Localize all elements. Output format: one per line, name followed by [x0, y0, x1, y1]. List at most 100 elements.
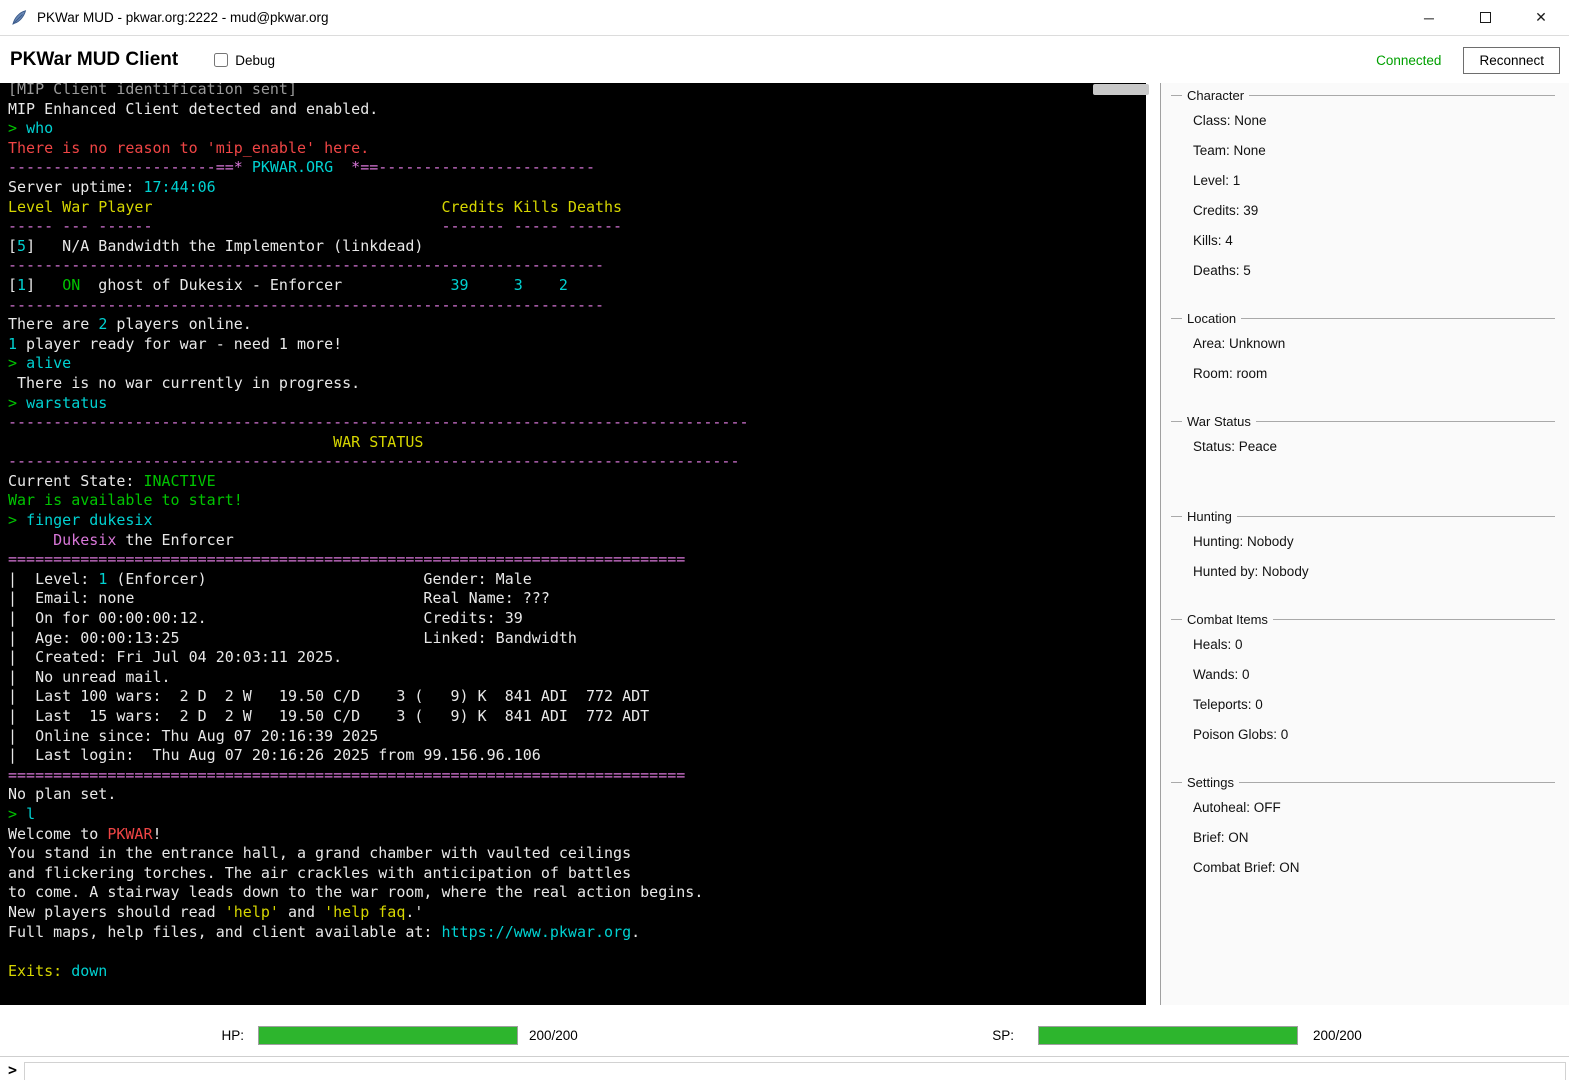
- main-area: [MIP Client identification sent]MIP Enha…: [0, 83, 1569, 1005]
- titlebar: PKWar MUD - pkwar.org:2222 - mud@pkwar.o…: [0, 0, 1569, 36]
- terminal-line: ----- --- ------ ------- ----- ------: [8, 217, 1146, 237]
- sp-progressbar: [1038, 1026, 1298, 1045]
- connection-status: Connected: [1376, 53, 1441, 68]
- stat-item: Combat Brief: ON: [1171, 853, 1555, 883]
- stat-item: Kills: 4: [1171, 226, 1555, 256]
- sidebar: Character Class: NoneTeam: NoneLevel: 1Cr…: [1161, 83, 1569, 1005]
- terminal-line: | On for 00:00:00:12. Credits: 39: [8, 609, 1146, 629]
- stat-item: Deaths: 5: [1171, 256, 1555, 286]
- terminal-line: to come. A stairway leads down to the wa…: [8, 883, 1146, 903]
- command-input[interactable]: [24, 1062, 1566, 1080]
- terminal-output[interactable]: [MIP Client identification sent]MIP Enha…: [0, 83, 1146, 1005]
- terminal-line: There are 2 players online.: [8, 315, 1146, 335]
- window-controls: ─ ✕: [1401, 0, 1569, 35]
- panel-title-combat-items: Combat Items: [1182, 612, 1273, 627]
- stat-item: Level: 1: [1171, 166, 1555, 196]
- terminal-line: > l: [8, 805, 1146, 825]
- bottom-status-bar: HP: 200/200 SP: 200/200 >: [0, 1005, 1569, 1080]
- stat-item: Status: Peace: [1171, 432, 1555, 462]
- debug-label: Debug: [235, 53, 275, 68]
- window-title: PKWar MUD - pkwar.org:2222 - mud@pkwar.o…: [37, 10, 329, 25]
- terminal-line: Current State: INACTIVE: [8, 472, 1146, 492]
- terminal-line: You stand in the entrance hall, a grand …: [8, 844, 1146, 864]
- terminal-line: [8, 942, 1146, 962]
- terminal-line: | Last 15 wars: 2 D 2 W 19.50 C/D 3 ( 9)…: [8, 707, 1146, 727]
- terminal-line: Dukesix the Enforcer: [8, 531, 1146, 551]
- terminal-line: | No unread mail.: [8, 668, 1146, 688]
- feather-app-icon: [10, 9, 28, 27]
- terminal-line: | Online since: Thu Aug 07 20:16:39 2025: [8, 727, 1146, 747]
- stat-item: Hunted by: Nobody: [1171, 557, 1555, 587]
- terminal-line: MIP Enhanced Client detected and enabled…: [8, 100, 1146, 120]
- terminal-line: | Last 100 wars: 2 D 2 W 19.50 C/D 3 ( 9…: [8, 687, 1146, 707]
- stat-item: Hunting: Nobody: [1171, 527, 1555, 557]
- terminal-line: ----------------------------------------…: [8, 452, 1146, 472]
- maximize-icon: [1480, 12, 1491, 23]
- panel-title-character: Character: [1182, 88, 1249, 103]
- terminal-line: There is no reason to 'mip_enable' here.: [8, 139, 1146, 159]
- terminal-line: | Last login: Thu Aug 07 20:16:26 2025 f…: [8, 746, 1146, 766]
- terminal-line: and flickering torches. The air crackles…: [8, 864, 1146, 884]
- stat-item: Heals: 0: [1171, 630, 1555, 660]
- stat-item: Poison Globs: 0: [1171, 720, 1555, 750]
- command-input-row: >: [0, 1056, 1569, 1080]
- terminal-line: No plan set.: [8, 785, 1146, 805]
- sp-progressbar-fill: [1039, 1027, 1297, 1044]
- terminal-line: > finger dukesix: [8, 511, 1146, 531]
- minimize-button[interactable]: ─: [1401, 0, 1457, 35]
- terminal-line: | Email: none Real Name: ???: [8, 589, 1146, 609]
- terminal-line: There is no war currently in progress.: [8, 374, 1146, 394]
- maximize-button[interactable]: [1457, 0, 1513, 35]
- terminal-line: War is available to start!: [8, 491, 1146, 511]
- terminal-line: > alive: [8, 354, 1146, 374]
- terminal-line: Level War Player Credits Kills Deaths: [8, 198, 1146, 218]
- panel-title-location: Location: [1182, 311, 1241, 326]
- terminal-line: | Age: 00:00:13:25 Linked: Bandwidth: [8, 629, 1146, 649]
- terminal-line: Server uptime: 17:44:06: [8, 178, 1146, 198]
- terminal-line: ========================================…: [8, 550, 1146, 570]
- stat-item: Room: room: [1171, 359, 1555, 389]
- panel-combat-items: Combat ItemsHeals: 0Wands: 0Teleports: 0…: [1171, 619, 1555, 752]
- debug-toggle[interactable]: Debug: [214, 53, 275, 68]
- terminal-line: Welcome to PKWAR!: [8, 825, 1146, 845]
- terminal-line: ----------------------------------------…: [8, 413, 1146, 433]
- terminal-line: New players should read 'help' and 'help…: [8, 903, 1146, 923]
- stat-item: Wands: 0: [1171, 660, 1555, 690]
- panel-location: LocationArea: UnknownRoom: room: [1171, 318, 1555, 391]
- terminal-line: ----------------------------------------…: [8, 256, 1146, 276]
- stat-item: Class: None: [1171, 106, 1555, 136]
- hp-label: HP:: [196, 1028, 244, 1043]
- terminal-line: ----------------------------------------…: [8, 296, 1146, 316]
- sp-value: 200/200: [1313, 1028, 1362, 1043]
- terminal-line: 1 player ready for war - need 1 more!: [8, 335, 1146, 355]
- app-title: PKWar MUD Client: [10, 49, 178, 71]
- command-prompt: >: [8, 1062, 17, 1078]
- terminal-line: | Created: Fri Jul 04 20:03:11 2025.: [8, 648, 1146, 668]
- terminal-line: > warstatus: [8, 394, 1146, 414]
- terminal-line: ========================================…: [8, 766, 1146, 786]
- sidebar-panels: CharacterClass: NoneTeam: NoneLevel: 1Cr…: [1171, 95, 1555, 885]
- hp-progressbar: [258, 1026, 518, 1045]
- hp-value: 200/200: [529, 1028, 578, 1043]
- scrollbar-thumb[interactable]: [1093, 84, 1149, 95]
- panel-title-war-status: War Status: [1182, 414, 1256, 429]
- stat-item: Brief: ON: [1171, 823, 1555, 853]
- terminal-line: [1] ON ghost of Dukesix - Enforcer 39 3 …: [8, 276, 1146, 296]
- close-button[interactable]: ✕: [1513, 0, 1569, 35]
- panel-character: CharacterClass: NoneTeam: NoneLevel: 1Cr…: [1171, 95, 1555, 288]
- terminal-line: WAR STATUS: [8, 433, 1146, 453]
- terminal-line: [MIP Client identification sent]: [8, 83, 1146, 100]
- terminal-line: | Level: 1 (Enforcer) Gender: Male: [8, 570, 1146, 590]
- hp-progressbar-fill: [259, 1027, 517, 1044]
- terminal-line: Exits: down: [8, 962, 1146, 982]
- terminal-line: > who: [8, 119, 1146, 139]
- stat-item: Teleports: 0: [1171, 690, 1555, 720]
- reconnect-button[interactable]: Reconnect: [1463, 47, 1560, 74]
- debug-checkbox[interactable]: [214, 53, 228, 67]
- sp-label: SP:: [966, 1028, 1014, 1043]
- panel-war-status: War StatusStatus: Peace: [1171, 421, 1555, 486]
- panel-settings: SettingsAutoheal: OFFBrief: ONCombat Bri…: [1171, 782, 1555, 885]
- stat-item: Credits: 39: [1171, 196, 1555, 226]
- stat-item: Team: None: [1171, 136, 1555, 166]
- terminal-line: Full maps, help files, and client availa…: [8, 923, 1146, 943]
